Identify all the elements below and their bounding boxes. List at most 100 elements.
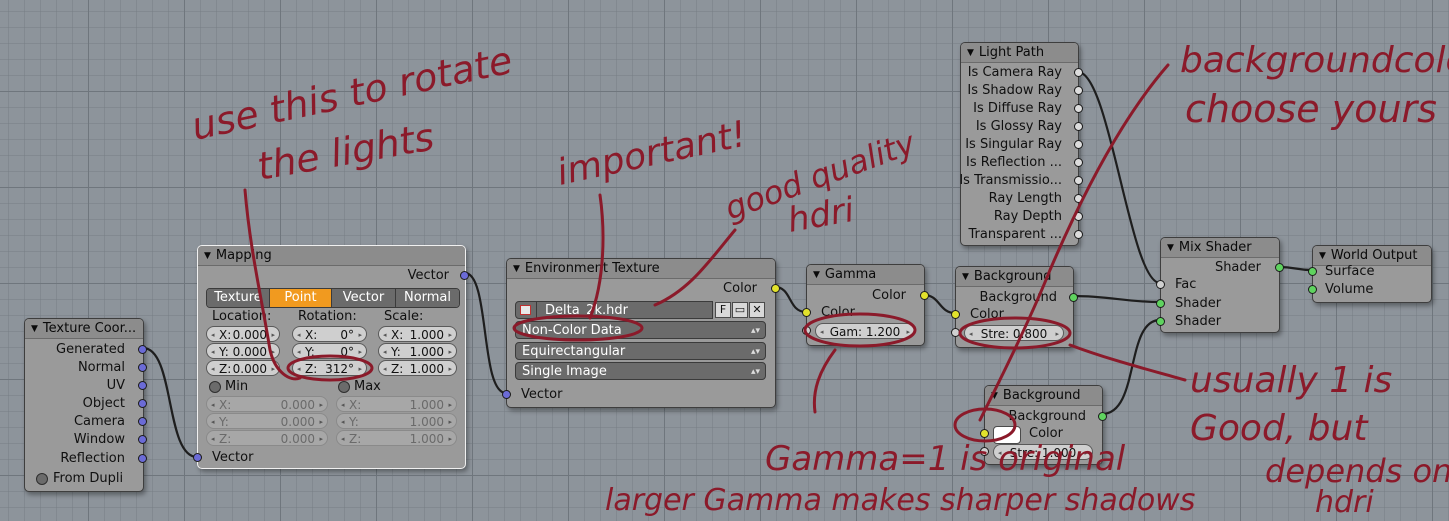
mapping-node[interactable]: ▼ Mapping Vector Texture Point Vector Nor… (193, 245, 469, 469)
socket-shader-out[interactable] (1275, 263, 1284, 272)
strength-field[interactable]: ◂ Stre: 1.000 ▸ (993, 444, 1093, 460)
socket-window[interactable] (138, 435, 147, 444)
socket-is-glossy-ray[interactable] (1074, 122, 1083, 131)
fake-user-button[interactable]: F (715, 302, 731, 318)
world-output-header[interactable]: ▼ World Output (1313, 246, 1431, 266)
tab-normal[interactable]: Normal (396, 289, 459, 307)
min-y-field[interactable]: ◂ Y: 0.000 ▸ (206, 413, 328, 429)
scale-x-field[interactable]: ◂ X: 1.000 ▸ (378, 326, 457, 342)
socket-ray-depth[interactable] (1074, 212, 1083, 221)
max-x-field[interactable]: ◂ X: 1.000 ▸ (336, 396, 457, 412)
socket-surface-in[interactable] (1308, 267, 1317, 276)
socket-is-diffuse-ray[interactable] (1074, 104, 1083, 113)
socket-color-in[interactable] (951, 310, 960, 319)
close-icon[interactable]: ✕ (749, 302, 765, 318)
socket-vector-in[interactable] (502, 390, 511, 399)
socket-is-camera-ray[interactable] (1074, 68, 1083, 77)
socket-vector-in[interactable] (193, 453, 202, 462)
location-y-field[interactable]: ◂ Y: 0.000 ▸ (206, 343, 280, 359)
location-z-field[interactable]: ◂ Z: 0.000 ▸ (206, 360, 280, 376)
image-browse-button[interactable] (515, 301, 537, 319)
mapping-header[interactable]: ▼ Mapping (198, 246, 465, 266)
rotation-y-field[interactable]: ◂ Y: 0° ▸ (292, 343, 367, 359)
collapse-triangle-icon[interactable]: ▼ (31, 324, 38, 334)
texture-coordinate-header[interactable]: ▼ Texture Coor... (25, 319, 143, 339)
min-x-field[interactable]: ◂ X: 0.000 ▸ (206, 396, 328, 412)
from-dupli-checkbox[interactable] (36, 473, 48, 485)
collapse-triangle-icon[interactable]: ▼ (513, 264, 520, 274)
background-header[interactable]: ▼ Background (956, 267, 1073, 287)
light-path-header[interactable]: ▼ Light Path (961, 43, 1078, 63)
max-y-field[interactable]: ◂ Y: 1.000 ▸ (336, 413, 457, 429)
socket-is-transmission[interactable] (1074, 176, 1083, 185)
socket-color-out[interactable] (771, 284, 780, 293)
node-title: Mix Shader (1178, 240, 1252, 255)
socket-shader-in-1[interactable] (1156, 299, 1165, 308)
socket-reflection[interactable] (138, 454, 147, 463)
socket-normal[interactable] (138, 363, 147, 372)
background-note-line1: backgroundcolor (1180, 40, 1449, 81)
gamma-header[interactable]: ▼ Gamma (807, 265, 924, 285)
light-path-node[interactable]: ▼ Light Path Is Camera Ray Is Shadow Ray … (959, 42, 1083, 246)
color-swatch[interactable] (993, 426, 1021, 444)
mix-shader-node[interactable]: ▼ Mix Shader Shader Fac Shader Shader (1156, 237, 1284, 333)
tab-point[interactable]: Point (270, 289, 332, 307)
socket-uv[interactable] (138, 381, 147, 390)
socket-ray-length[interactable] (1074, 194, 1083, 203)
socket-is-singular-ray[interactable] (1074, 140, 1083, 149)
strength-field[interactable]: ◂ Stre: 0.800 ▸ (964, 325, 1064, 341)
background-header[interactable]: ▼ Background (985, 386, 1102, 406)
max-checkbox[interactable] (338, 381, 350, 393)
color-space-dropdown[interactable]: Non-Color Data ▴▾ (515, 321, 766, 339)
min-z-field[interactable]: ◂ Z: 0.000 ▸ (206, 430, 328, 446)
socket-color-out[interactable] (920, 291, 929, 300)
socket-color-in[interactable] (802, 308, 811, 317)
rotation-z-field[interactable]: ◂ Z: 312° ▸ (292, 360, 367, 376)
collapse-triangle-icon[interactable]: ▼ (204, 251, 211, 261)
socket-transparent[interactable] (1074, 230, 1083, 239)
socket-color-in[interactable] (980, 429, 989, 438)
rotation-x-field[interactable]: ◂ X: 0° ▸ (292, 326, 367, 342)
max-z-field[interactable]: ◂ Z: 1.000 ▸ (336, 430, 457, 446)
socket-is-shadow-ray[interactable] (1074, 86, 1083, 95)
socket-background-out[interactable] (1098, 412, 1107, 421)
projection-dropdown[interactable]: Equirectangular ▴▾ (515, 342, 766, 360)
socket-is-reflection[interactable] (1074, 158, 1083, 167)
open-file-icon[interactable]: ▭ (732, 302, 748, 318)
collapse-triangle-icon[interactable]: ▼ (1319, 251, 1326, 261)
socket-strength-in[interactable] (980, 447, 989, 456)
collapse-triangle-icon[interactable]: ▼ (967, 48, 974, 58)
collapse-triangle-icon[interactable]: ▼ (813, 270, 820, 280)
min-checkbox[interactable] (209, 381, 221, 393)
tab-vector[interactable]: Vector (332, 289, 396, 307)
socket-fac-in[interactable] (1156, 280, 1165, 289)
scale-z-field[interactable]: ◂ Z: 1.000 ▸ (378, 360, 457, 376)
background-node-2[interactable]: ▼ Background Background Color ◂ Stre: 1.00… (980, 385, 1107, 465)
socket-object[interactable] (138, 399, 147, 408)
background-node-1[interactable]: ▼ Background Background Color ◂ Stre: 0.80… (951, 266, 1078, 348)
socket-strength-in[interactable] (951, 328, 960, 337)
texture-coordinate-node[interactable]: ▼ Texture Coor... Generated Normal UV Obj… (24, 318, 147, 492)
environment-texture-header[interactable]: ▼ Environment Texture (507, 259, 775, 279)
gamma-node[interactable]: ▼ Gamma Color Color ◂ Gam: 1.200 ▸ (802, 264, 929, 346)
scale-y-field[interactable]: ◂ Y: 1.000 ▸ (378, 343, 457, 359)
collapse-triangle-icon[interactable]: ▼ (1167, 243, 1174, 253)
socket-background-out[interactable] (1069, 293, 1078, 302)
mapping-type-tabs[interactable]: Texture Point Vector Normal (206, 288, 460, 308)
socket-camera[interactable] (138, 417, 147, 426)
mix-shader-header[interactable]: ▼ Mix Shader (1161, 238, 1279, 258)
socket-vector-out[interactable] (460, 271, 469, 280)
world-output-node[interactable]: ▼ World Output Surface Volume (1308, 245, 1432, 303)
collapse-triangle-icon[interactable]: ▼ (991, 391, 998, 401)
environment-texture-node[interactable]: ▼ Environment Texture Color Delta_2k.hdr … (502, 258, 780, 408)
socket-gamma-in[interactable] (802, 326, 811, 335)
socket-generated[interactable] (138, 345, 147, 354)
socket-volume-in[interactable] (1308, 285, 1317, 294)
tab-texture[interactable]: Texture (207, 289, 270, 307)
socket-shader-in-2[interactable] (1156, 317, 1165, 326)
image-name-field[interactable]: Delta_2k.hdr (537, 301, 713, 319)
source-dropdown[interactable]: Single Image ▴▾ (515, 362, 766, 380)
gamma-field[interactable]: ◂ Gam: 1.200 ▸ (815, 323, 915, 339)
collapse-triangle-icon[interactable]: ▼ (962, 272, 969, 282)
location-x-field[interactable]: ◂ X: 0.000 ▸ (206, 326, 280, 342)
